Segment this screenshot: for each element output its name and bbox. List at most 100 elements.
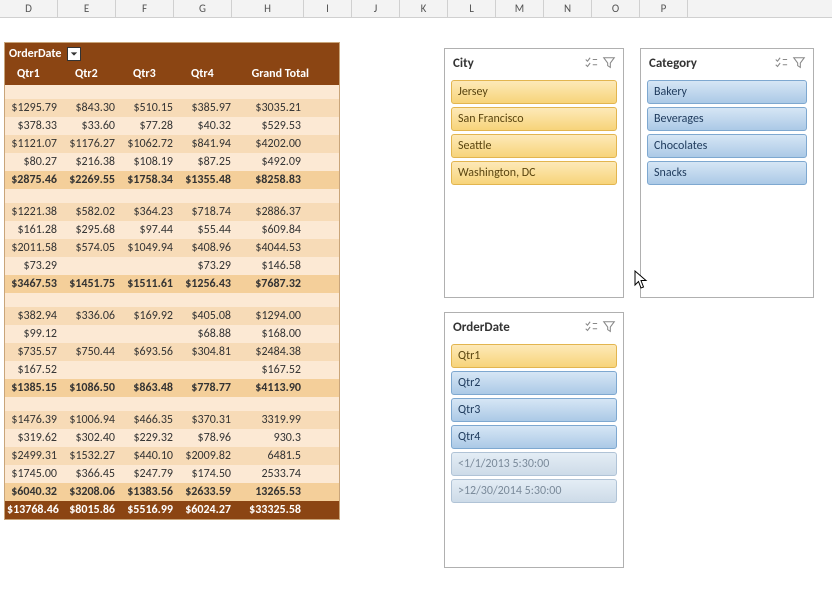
cell[interactable]: $364.23 — [121, 203, 179, 221]
cell[interactable]: $2633.59 — [179, 483, 237, 501]
cell[interactable]: $370.31 — [179, 411, 237, 429]
cell[interactable]: 3319.99 — [237, 411, 307, 429]
cell[interactable]: $408.96 — [179, 239, 237, 257]
cell[interactable]: $8258.83 — [237, 171, 307, 189]
cell[interactable]: $2269.55 — [63, 171, 121, 189]
cell[interactable]: $167.52 — [5, 361, 63, 379]
column-header[interactable]: I — [304, 0, 352, 17]
cell[interactable]: $1121.07 — [5, 135, 63, 153]
slicer-item[interactable]: Beverages — [647, 107, 807, 131]
cell[interactable]: $3035.21 — [237, 99, 307, 117]
cell[interactable]: $3467.53 — [5, 275, 63, 293]
cell[interactable]: $440.10 — [121, 447, 179, 465]
column-header[interactable]: J — [352, 0, 400, 17]
cell[interactable]: $735.57 — [5, 343, 63, 361]
cell[interactable]: $1758.34 — [121, 171, 179, 189]
cell[interactable]: $319.62 — [5, 429, 63, 447]
cell[interactable]: $1176.27 — [63, 135, 121, 153]
cell[interactable]: $385.97 — [179, 99, 237, 117]
cell[interactable]: $295.68 — [63, 221, 121, 239]
cell[interactable]: $33.60 — [63, 117, 121, 135]
slicer-item[interactable]: Qtr1 — [451, 344, 617, 368]
filter-dropdown-button[interactable] — [67, 47, 81, 61]
cell[interactable]: $1006.94 — [63, 411, 121, 429]
cell[interactable]: $510.15 — [121, 99, 179, 117]
slicer-item[interactable]: Qtr2 — [451, 371, 617, 395]
cell[interactable]: $174.50 — [179, 465, 237, 483]
cell[interactable]: $1532.27 — [63, 447, 121, 465]
cell[interactable]: $1355.48 — [179, 171, 237, 189]
slicer-item[interactable]: >12/30/2014 5:30:00 — [451, 479, 617, 503]
cell[interactable]: $718.74 — [179, 203, 237, 221]
column-header[interactable]: N — [544, 0, 592, 17]
cell[interactable]: $843.30 — [63, 99, 121, 117]
cell[interactable]: $1049.94 — [121, 239, 179, 257]
cell[interactable]: $336.06 — [63, 307, 121, 325]
cell[interactable]: $73.29 — [179, 257, 237, 275]
cell[interactable]: $609.84 — [237, 221, 307, 239]
cell[interactable]: $1451.75 — [63, 275, 121, 293]
cell[interactable]: $2484.38 — [237, 343, 307, 361]
cell[interactable]: $2886.37 — [237, 203, 307, 221]
cell[interactable]: $1745.00 — [5, 465, 63, 483]
cell[interactable]: $229.32 — [121, 429, 179, 447]
cell[interactable]: $492.09 — [237, 153, 307, 171]
cell[interactable]: $108.19 — [121, 153, 179, 171]
slicer-item[interactable]: Snacks — [647, 161, 807, 185]
slicer-item[interactable]: Jersey — [451, 80, 617, 104]
cell[interactable] — [179, 361, 237, 379]
cell[interactable]: $3208.06 — [63, 483, 121, 501]
cell[interactable]: $1256.43 — [179, 275, 237, 293]
cell[interactable]: $87.25 — [179, 153, 237, 171]
slicer-item[interactable]: Qtr4 — [451, 425, 617, 449]
cell[interactable]: $2499.31 — [5, 447, 63, 465]
cell[interactable]: $574.05 — [63, 239, 121, 257]
cell[interactable]: $216.38 — [63, 153, 121, 171]
cell[interactable]: $2009.82 — [179, 447, 237, 465]
clear-filter-icon[interactable] — [601, 55, 617, 71]
cell[interactable]: $4044.53 — [237, 239, 307, 257]
column-header[interactable]: G — [174, 0, 232, 17]
cell[interactable]: $529.53 — [237, 117, 307, 135]
cell[interactable] — [121, 257, 179, 275]
cell[interactable]: $55.44 — [179, 221, 237, 239]
cell[interactable]: $863.48 — [121, 379, 179, 397]
column-header[interactable]: K — [400, 0, 448, 17]
cell[interactable]: 6481.5 — [237, 447, 307, 465]
slicer-item[interactable]: Chocolates — [647, 134, 807, 158]
cell[interactable]: $1476.39 — [5, 411, 63, 429]
multiselect-icon[interactable] — [583, 319, 599, 335]
slicer-item[interactable]: <1/1/2013 5:30:00 — [451, 452, 617, 476]
column-header[interactable]: L — [448, 0, 496, 17]
cell[interactable]: $73.29 — [5, 257, 63, 275]
slicer-item[interactable]: Washington, DC — [451, 161, 617, 185]
cell[interactable]: $1221.38 — [5, 203, 63, 221]
slicer-item[interactable]: Bakery — [647, 80, 807, 104]
column-header[interactable]: M — [496, 0, 544, 17]
cell[interactable]: $146.58 — [237, 257, 307, 275]
cell[interactable]: $1295.79 — [5, 99, 63, 117]
column-header[interactable]: P — [640, 0, 688, 17]
cell[interactable]: 930.3 — [237, 429, 307, 447]
cell[interactable]: $366.45 — [63, 465, 121, 483]
cell[interactable]: $302.40 — [63, 429, 121, 447]
column-header[interactable]: E — [58, 0, 116, 17]
cell[interactable]: $4202.00 — [237, 135, 307, 153]
cell[interactable]: 2533.74 — [237, 465, 307, 483]
cell[interactable]: $693.56 — [121, 343, 179, 361]
column-header[interactable]: O — [592, 0, 640, 17]
cell[interactable]: $1385.15 — [5, 379, 63, 397]
column-header[interactable]: H — [232, 0, 304, 17]
cell[interactable]: $750.44 — [63, 343, 121, 361]
multiselect-icon[interactable] — [773, 55, 789, 71]
multiselect-icon[interactable] — [583, 55, 599, 71]
column-header[interactable]: F — [116, 0, 174, 17]
slicer-item[interactable]: Qtr3 — [451, 398, 617, 422]
clear-filter-icon[interactable] — [601, 319, 617, 335]
cell[interactable]: $168.00 — [237, 325, 307, 343]
cell[interactable]: $304.81 — [179, 343, 237, 361]
cell[interactable] — [63, 361, 121, 379]
cell[interactable]: $2875.46 — [5, 171, 63, 189]
cell[interactable]: $1383.56 — [121, 483, 179, 501]
cell[interactable]: $169.92 — [121, 307, 179, 325]
